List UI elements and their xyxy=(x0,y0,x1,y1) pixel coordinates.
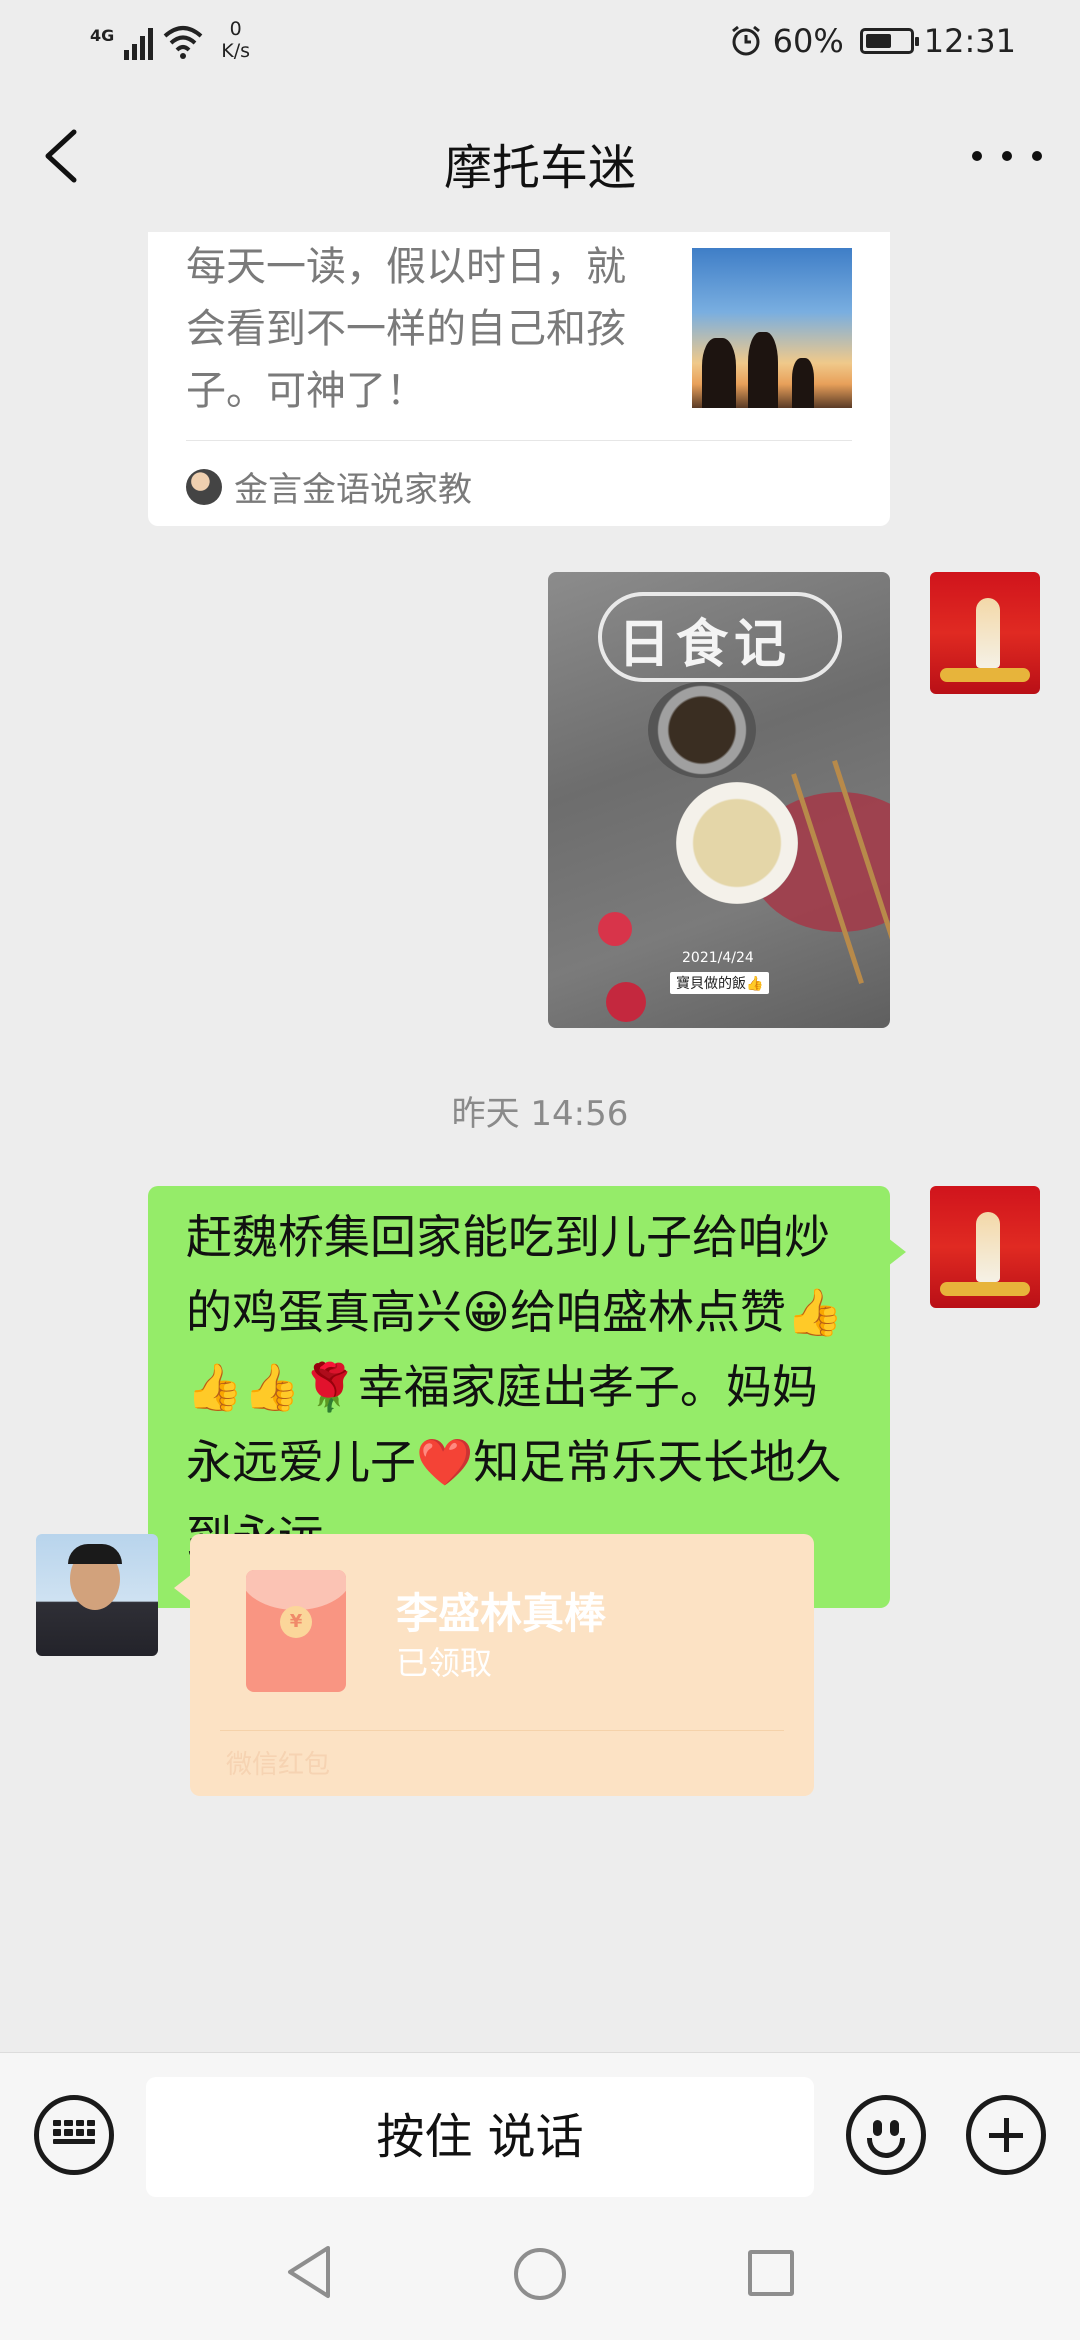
wifi-icon xyxy=(163,26,203,59)
red-packet-status: 已领取 xyxy=(396,1644,493,1682)
speed-unit: K/s xyxy=(221,40,251,62)
source-name: 金言金语说家教 xyxy=(234,470,472,510)
nav-home-icon[interactable] xyxy=(514,2248,566,2300)
article-card[interactable]: 每天一读，假以时日，就会看到不一样的自己和孩子。可神了！ 金言金语说家教 xyxy=(148,232,890,526)
divider xyxy=(186,440,852,441)
photo-caption: 寶貝做的飯👍 xyxy=(670,972,770,994)
red-packet-message[interactable]: ¥ 李盛林真棒 已领取 微信红包 xyxy=(174,1534,814,1796)
alarm-icon xyxy=(731,25,760,56)
timestamp: 昨天 14:56 xyxy=(451,1094,629,1134)
photo-date: 2021/4/24 xyxy=(682,950,754,966)
keyboard-icon[interactable] xyxy=(34,2095,114,2175)
avatar[interactable] xyxy=(930,572,1040,694)
network-type: 4G xyxy=(90,26,115,45)
avatar[interactable] xyxy=(930,1186,1040,1308)
article-source: 金言金语说家教 xyxy=(186,462,472,511)
nav-back-icon[interactable] xyxy=(284,2244,334,2300)
article-thumbnail xyxy=(692,248,852,408)
battery-icon xyxy=(859,28,919,54)
red-packet-icon: ¥ xyxy=(246,1570,346,1692)
chat-header: 摩托车迷 xyxy=(0,84,1080,232)
page-title: 摩托车迷 xyxy=(443,140,636,196)
divider xyxy=(220,1730,784,1731)
system-nav-bar xyxy=(0,2208,1080,2340)
chat-message-list[interactable]: 每天一读，假以时日，就会看到不一样的自己和孩子。可神了！ 金言金语说家教 日食记… xyxy=(0,232,1080,2052)
photo-message[interactable]: 日食记 2021/4/24 寶貝做的飯👍 xyxy=(548,572,890,1028)
battery-percent: 60% xyxy=(772,22,844,60)
hold-to-talk-button[interactable]: 按住 说话 xyxy=(146,2077,814,2197)
source-avatar xyxy=(186,468,222,505)
article-text: 每天一读，假以时日，就会看到不一样的自己和孩子。可神了！ xyxy=(186,244,626,414)
speed-value: 0 xyxy=(229,18,242,40)
red-packet-title: 李盛林真棒 xyxy=(396,1589,607,1638)
status-bar: 4G 0 K/s 60% 12:31 xyxy=(0,0,1080,84)
input-bar: 按住 说话 xyxy=(0,2052,1080,2208)
avatar[interactable] xyxy=(36,1534,158,1656)
plus-icon[interactable] xyxy=(966,2095,1046,2175)
clock: 12:31 xyxy=(923,22,1016,60)
red-packet-label: 微信红包 xyxy=(226,1750,331,1780)
network-speed: 0 K/s xyxy=(221,18,250,62)
nav-recent-icon[interactable] xyxy=(748,2250,794,2296)
emoji-icon[interactable] xyxy=(846,2095,926,2175)
battery-fill xyxy=(865,34,891,48)
doodle-text: 日食记 xyxy=(618,615,793,675)
more-icon[interactable] xyxy=(972,136,1042,176)
signal-icon xyxy=(124,24,154,60)
